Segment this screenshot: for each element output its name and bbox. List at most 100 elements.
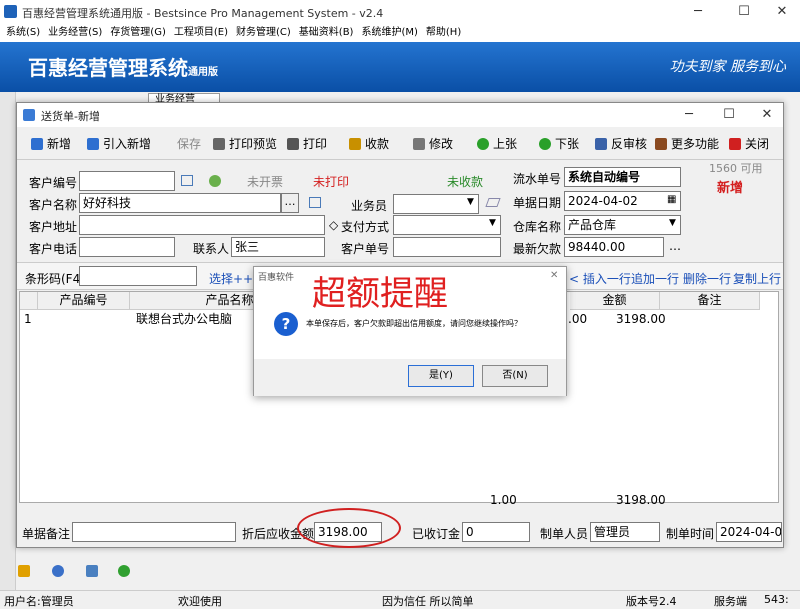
menu-help[interactable]: 帮助(H) [424, 24, 463, 42]
import-new-label: 引入新增 [103, 137, 152, 151]
pay-diamond-icon: ◇ [329, 218, 339, 232]
contact-input[interactable]: 张三 [231, 237, 325, 257]
arrow-left-icon [477, 138, 489, 150]
menu-project[interactable]: 工程项目(E) [172, 24, 230, 42]
menu-finance[interactable]: 财务管理(C) [234, 24, 293, 42]
maximize-icon[interactable]: ☐ [734, 3, 754, 21]
menu-system[interactable]: 系统(S) [4, 24, 42, 42]
chevron-down-icon[interactable]: ▼ [669, 218, 676, 228]
menu-maintenance[interactable]: 系统维护(M) [359, 24, 419, 42]
collect-status: 未收款 [447, 175, 484, 189]
message-footer: 是(Y) 否(N) [254, 359, 566, 396]
yes-button[interactable]: 是(Y) [408, 365, 474, 387]
customer-no-input[interactable] [79, 171, 175, 191]
search-icon[interactable] [86, 565, 98, 577]
customer-addr-input[interactable] [79, 215, 325, 235]
chevron-down-icon[interactable]: ▼ [489, 218, 496, 228]
save-label: 保存 [177, 137, 202, 151]
deposit-input[interactable]: 0 [462, 522, 530, 542]
app-icon [4, 5, 17, 18]
warehouse-label: 仓库名称 [513, 220, 562, 234]
more-button[interactable]: 更多功能 [655, 135, 719, 152]
select-link[interactable]: 选择++ [209, 270, 253, 287]
edit-button[interactable]: 修改 [413, 135, 453, 152]
message-text: 本单保存后，客户欠款即超出信用额度，请问您继续操作吗？ [306, 319, 522, 328]
maker-input[interactable]: 管理员 [590, 522, 660, 542]
new-button[interactable]: 新增 [31, 135, 71, 152]
menu-basedata[interactable]: 基础资料(B) [297, 24, 356, 42]
append-row-link[interactable]: 追加一行 [631, 270, 679, 287]
customer-no-label: 客户编号 [29, 176, 78, 190]
dialog-close-icon[interactable]: ✕ [757, 106, 777, 124]
folder-icon[interactable] [18, 565, 30, 577]
close-icon[interactable]: ✕ [772, 3, 792, 21]
pay-select[interactable] [393, 215, 501, 235]
lookup-icon[interactable] [181, 175, 193, 186]
eraser-icon[interactable] [485, 198, 501, 207]
more-label: 更多功能 [671, 137, 720, 151]
grid-header-amount: 金额 [570, 292, 660, 310]
date-input[interactable]: 2024-04-02 [564, 191, 681, 211]
receive-button[interactable]: 收款 [349, 135, 389, 152]
print-status: 未打印 [313, 175, 350, 189]
dialog-title: 送货单-新增 [41, 110, 100, 123]
next-button[interactable]: 下张 [539, 135, 579, 152]
row-amount[interactable]: 3198.00 [616, 311, 666, 329]
serial-input[interactable]: 系统自动编号 [564, 167, 681, 187]
lookup-icon[interactable] [309, 197, 321, 208]
print-label: 打印 [303, 137, 328, 151]
menu-bar: 系统(S) 业务经营(S) 存货管理(G) 工程项目(E) 财务管理(C) 基础资料(B)… [0, 24, 800, 42]
copy-row-link[interactable]: 复制上行 [733, 270, 781, 287]
print-preview-button[interactable]: 打印预览 [213, 135, 277, 152]
minimize-icon[interactable]: ─ [688, 3, 708, 21]
unaudit-button[interactable]: 反审核 [595, 135, 647, 152]
remark-label: 单据备注 [22, 527, 71, 541]
banner-slogan: 功夫到家 服务到心 [669, 59, 786, 75]
calendar-icon[interactable]: ▦ [667, 194, 676, 205]
exit-icon [729, 138, 741, 150]
customer-picker-button[interactable]: … [281, 193, 299, 213]
mode-badge: 新增 [717, 181, 744, 196]
save-button[interactable]: 保存 [177, 135, 201, 152]
deposit-label: 已收订金 [412, 527, 461, 541]
remark-input[interactable] [72, 522, 236, 542]
customer-phone-label: 客户电话 [29, 242, 78, 256]
status-extra: 543: [764, 593, 789, 606]
print-button[interactable]: 打印 [287, 135, 327, 152]
delete-row-link[interactable]: 删除一行 [683, 270, 731, 287]
more-dots-icon[interactable]: … [669, 239, 681, 253]
message-close-icon[interactable]: ✕ [550, 270, 558, 281]
insert-row-link[interactable]: < 插入一行 [569, 270, 631, 287]
plus-icon [31, 138, 43, 150]
barcode-input[interactable] [79, 266, 197, 286]
menu-business[interactable]: 业务经营(S) [46, 24, 104, 42]
toolbar-divider [17, 159, 783, 160]
time-input[interactable]: 2024-04-02 [716, 522, 782, 542]
banner-title: 百惠经营管理系统通用版 [28, 52, 218, 81]
import-new-button[interactable]: 引入新增 [87, 135, 151, 152]
customer-phone-input[interactable] [79, 237, 175, 257]
highlight-circle [297, 508, 401, 548]
question-icon: ? [274, 312, 298, 336]
menu-inventory[interactable]: 存货管理(G) [108, 24, 168, 42]
dialog-minimize-icon[interactable]: ─ [679, 106, 699, 124]
debt-input[interactable]: 98440.00 [564, 237, 664, 257]
dialog-maximize-icon[interactable]: ☐ [719, 106, 739, 124]
chevron-down-icon[interactable]: ▼ [467, 197, 474, 207]
warehouse-select[interactable]: 产品仓库 [564, 215, 681, 235]
clock-icon[interactable] [52, 565, 64, 577]
serial-label: 流水单号 [513, 172, 562, 186]
customer-name-input[interactable]: 好好科技 [79, 193, 281, 213]
refresh-icon[interactable] [118, 565, 130, 577]
prev-button[interactable]: 上张 [477, 135, 517, 152]
receive-label: 收款 [365, 137, 390, 151]
row-qty-tail[interactable]: .00 [568, 311, 587, 329]
message-box: 百惠软件 超额提醒 ✕ ? 本单保存后，客户欠款即超出信用额度，请问您继续操作吗… [253, 266, 567, 396]
debt-label: 最新欠款 [513, 242, 562, 256]
toolbar: 新增 引入新增 保存 打印预览 打印 收款 修改 上张 下张 反审核 更多功能 … [17, 129, 783, 157]
cust-order-input[interactable] [393, 237, 501, 257]
no-button[interactable]: 否(N) [482, 365, 548, 387]
close-button[interactable]: 关闭 [729, 135, 769, 152]
row-product-name[interactable]: 联想台式办公电脑 [136, 311, 232, 329]
pay-label: 支付方式 [341, 220, 390, 234]
